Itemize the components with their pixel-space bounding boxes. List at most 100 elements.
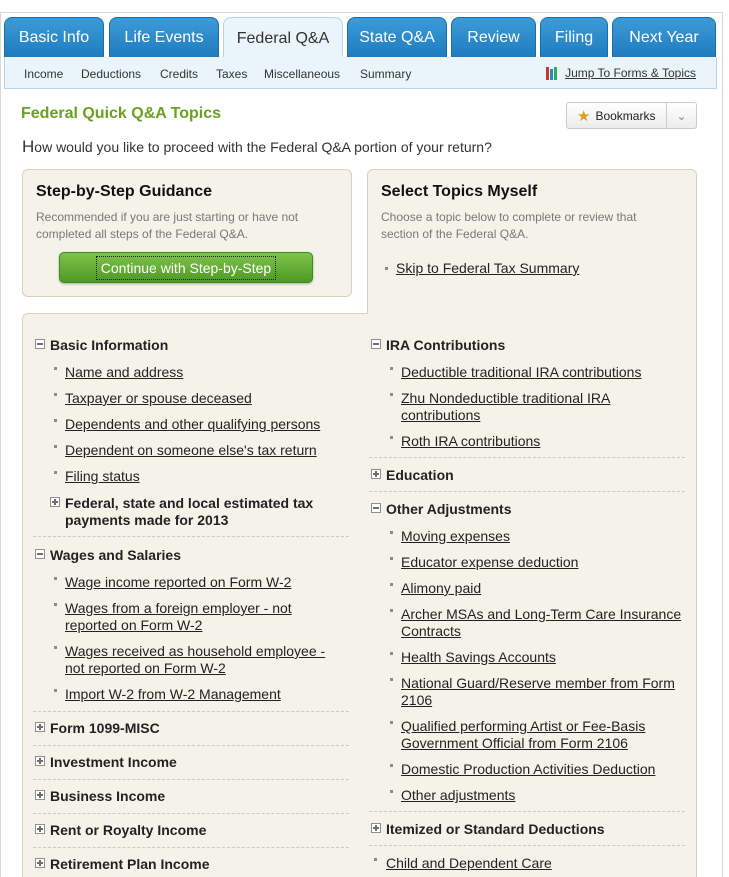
topic-archer-msa-2[interactable]: Contracts (401, 623, 461, 640)
topic-nondeductible-ira-1[interactable]: Zhu Nondeductible traditional IRA (401, 390, 610, 407)
section-retirement-income[interactable]: Retirement Plan Income (50, 856, 210, 872)
bullet-icon (390, 678, 393, 681)
question-initial: H (22, 137, 35, 156)
expand-icon[interactable] (371, 823, 381, 833)
books-icon (546, 66, 559, 80)
topic-performing-artist-1[interactable]: Qualified performing Artist or Fee-Basis (401, 718, 645, 735)
topic-moving-expenses[interactable]: Moving expenses (401, 528, 510, 545)
topic-name-address[interactable]: Name and address (65, 364, 183, 381)
divider (369, 811, 685, 812)
topic-taxpayer-deceased[interactable]: Taxpayer or spouse deceased (65, 390, 252, 407)
collapse-icon[interactable] (371, 339, 381, 349)
subnav-miscellaneous[interactable]: Miscellaneous (264, 67, 340, 81)
section-education[interactable]: Education (386, 467, 454, 483)
tab-state-qa[interactable]: State Q&A (347, 17, 447, 57)
subnav-credits[interactable]: Credits (160, 67, 198, 81)
topic-performing-artist-2[interactable]: Government Official from Form 2106 (401, 735, 628, 752)
collapse-icon[interactable] (35, 339, 45, 349)
topic-foreign-wages-1[interactable]: Wages from a foreign employer - not (65, 600, 292, 617)
bullet-icon (390, 531, 393, 534)
topic-roth-ira[interactable]: Roth IRA contributions (401, 433, 540, 450)
bullet-icon (54, 577, 57, 580)
topic-import-w2[interactable]: Import W-2 from W-2 Management (65, 686, 281, 703)
topic-estimated-tax-1[interactable]: Federal, state and local estimated tax (65, 495, 313, 512)
expand-icon[interactable] (35, 790, 45, 800)
expand-icon[interactable] (35, 756, 45, 766)
section-itemized-deductions[interactable]: Itemized or Standard Deductions (386, 821, 605, 837)
expand-icon[interactable] (35, 722, 45, 732)
expand-icon[interactable] (371, 469, 381, 479)
bullet-icon (390, 436, 393, 439)
tab-basic-info[interactable]: Basic Info (4, 17, 104, 57)
tab-review[interactable]: Review (451, 17, 536, 57)
topic-national-guard-2[interactable]: 2106 (401, 692, 432, 709)
collapse-icon[interactable] (371, 503, 381, 513)
section-1099-misc[interactable]: Form 1099-MISC (50, 720, 160, 736)
chevron-down-icon: ⌄ (676, 108, 687, 123)
expand-icon[interactable] (35, 858, 45, 868)
bullet-icon (390, 367, 393, 370)
expand-icon[interactable] (35, 824, 45, 834)
section-basic-information[interactable]: Basic Information (50, 337, 168, 353)
section-other-adjustments[interactable]: Other Adjustments (386, 501, 512, 517)
bullet-icon (54, 689, 57, 692)
section-rent-royalty-income[interactable]: Rent or Royalty Income (50, 822, 206, 838)
topic-dependent-on-other[interactable]: Dependent on someone else's tax return (65, 442, 317, 459)
topic-w2-income[interactable]: Wage income reported on Form W-2 (65, 574, 291, 591)
topic-hsa[interactable]: Health Savings Accounts (401, 649, 556, 666)
topic-estimated-tax-2[interactable]: payments made for 2013 (65, 512, 228, 529)
topic-national-guard-1[interactable]: National Guard/Reserve member from Form (401, 675, 675, 692)
tab-federal-qa[interactable]: Federal Q&A (223, 17, 343, 59)
bullet-icon (390, 393, 393, 396)
app-frame: Basic Info Life Events Federal Q&A State… (0, 0, 729, 877)
section-wages-salaries[interactable]: Wages and Salaries (50, 547, 181, 563)
topic-other-adjustments[interactable]: Other adjustments (401, 787, 515, 804)
bookmarks-control: ★ Bookmarks ⌄ (566, 102, 697, 129)
subnav-summary[interactable]: Summary (360, 67, 411, 81)
tab-next-year[interactable]: Next Year (612, 17, 716, 57)
select-topics-panel: Select Topics Myself Choose a topic belo… (367, 169, 697, 315)
subnav-deductions[interactable]: Deductions (81, 67, 141, 81)
subnav-income[interactable]: Income (24, 67, 63, 81)
jump-to-forms-link[interactable]: Jump To Forms & Topics (546, 66, 696, 80)
topic-deductible-ira[interactable]: Deductible traditional IRA contributions (401, 364, 641, 381)
step-by-step-desc-2: completed all steps of the Federal Q&A. (36, 227, 249, 241)
section-ira-contributions[interactable]: IRA Contributions (386, 337, 505, 353)
collapse-icon[interactable] (35, 549, 45, 559)
skip-to-summary-link[interactable]: Skip to Federal Tax Summary (396, 260, 579, 277)
topic-filing-status[interactable]: Filing status (65, 468, 140, 485)
topic-domestic-production[interactable]: Domestic Production Activities Deduction (401, 761, 655, 778)
topic-child-dependent-care[interactable]: Child and Dependent Care (386, 855, 552, 872)
divider (33, 779, 349, 780)
expand-icon[interactable] (50, 497, 60, 507)
continue-step-by-step-button[interactable]: Continue with Step-by-Step (59, 252, 313, 283)
bullet-icon (54, 419, 57, 422)
bullet-icon (390, 721, 393, 724)
bullet-icon (390, 764, 393, 767)
topic-nondeductible-ira-2[interactable]: contributions (401, 407, 480, 424)
bookmarks-dropdown-button[interactable]: ⌄ (667, 109, 696, 123)
topic-foreign-wages-2[interactable]: reported on Form W-2 (65, 617, 202, 634)
question-text: ow would you like to proceed with the Fe… (34, 139, 492, 155)
bookmarks-button[interactable]: ★ Bookmarks (567, 103, 667, 128)
jump-to-forms-label: Jump To Forms & Topics (565, 66, 696, 80)
topic-educator-expense[interactable]: Educator expense deduction (401, 554, 578, 571)
topic-household-wages-2[interactable]: not reported on Form W-2 (65, 660, 226, 677)
topic-alimony-paid[interactable]: Alimony paid (401, 580, 481, 597)
tab-filing[interactable]: Filing (540, 17, 608, 57)
section-investment-income[interactable]: Investment Income (50, 754, 177, 770)
subnav-taxes[interactable]: Taxes (216, 67, 247, 81)
bullet-icon (54, 471, 57, 474)
step-by-step-heading: Step-by-Step Guidance (36, 183, 213, 200)
bullet-icon (54, 603, 57, 606)
section-business-income[interactable]: Business Income (50, 788, 165, 804)
topic-household-wages-1[interactable]: Wages received as household employee - (65, 643, 325, 660)
topic-archer-msa-1[interactable]: Archer MSAs and Long-Term Care Insurance (401, 606, 681, 623)
topic-dependents[interactable]: Dependents and other qualifying persons (65, 416, 320, 433)
continue-step-by-step-label: Continue with Step-by-Step (95, 255, 277, 280)
bullet-icon (54, 646, 57, 649)
panel-join (368, 310, 696, 316)
tab-life-events[interactable]: Life Events (109, 17, 219, 57)
proceed-question: How would you like to proceed with the F… (22, 137, 492, 157)
bullet-icon (390, 652, 393, 655)
